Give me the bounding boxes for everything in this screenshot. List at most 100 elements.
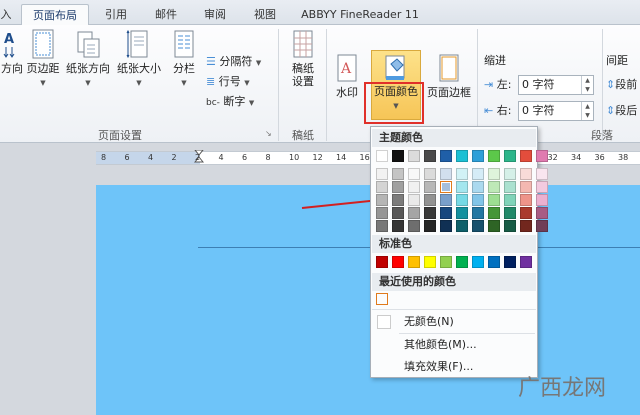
theme-color-shade-swatch[interactable] (472, 181, 484, 193)
theme-color-swatch[interactable] (456, 150, 468, 162)
theme-color-shade-swatch[interactable] (408, 194, 420, 206)
tab-page-layout[interactable]: 页面布局 (21, 4, 89, 25)
theme-color-shade-swatch[interactable] (504, 207, 516, 219)
theme-color-shade-swatch[interactable] (472, 168, 484, 180)
tab-view[interactable]: 视图 (245, 4, 285, 25)
standard-color-swatch[interactable] (520, 256, 532, 268)
theme-color-shade-swatch[interactable] (456, 168, 468, 180)
theme-color-shade-swatch[interactable] (424, 194, 436, 206)
theme-color-shade-swatch[interactable] (440, 181, 452, 193)
fill-effects-item[interactable]: 填充效果(F)... (372, 357, 536, 377)
manuscript-settings-button[interactable]: 稿纸 设置 (284, 29, 322, 88)
columns-button[interactable]: 分栏 ▼ (166, 29, 202, 90)
indent-right-input[interactable]: 0 字符 ▲ ▼ (518, 101, 594, 121)
theme-color-swatch[interactable] (536, 150, 548, 162)
theme-color-shade-swatch[interactable] (392, 181, 404, 193)
line-numbers-button[interactable]: ≣ 行号 ▼ (206, 74, 250, 90)
standard-color-swatch[interactable] (424, 256, 436, 268)
theme-color-shade-swatch[interactable] (536, 194, 548, 206)
standard-color-swatch[interactable] (408, 256, 420, 268)
tab-abbyy[interactable]: ABBYY FineReader 11 (290, 4, 430, 25)
theme-color-shade-swatch[interactable] (504, 194, 516, 206)
theme-color-shade-swatch[interactable] (504, 168, 516, 180)
theme-color-shade-swatch[interactable] (376, 194, 388, 206)
theme-color-swatch[interactable] (472, 150, 484, 162)
standard-color-swatch[interactable] (440, 256, 452, 268)
theme-color-shade-swatch[interactable] (520, 168, 532, 180)
theme-color-shade-swatch[interactable] (408, 220, 420, 232)
theme-color-swatch[interactable] (376, 150, 388, 162)
theme-color-shade-swatch[interactable] (456, 220, 468, 232)
theme-color-shade-swatch[interactable] (440, 168, 452, 180)
page-border-button[interactable]: 页面边框 (424, 53, 474, 99)
theme-color-shade-swatch[interactable] (536, 220, 548, 232)
paper-size-button[interactable]: 纸张大小 ▼ (114, 29, 164, 90)
theme-color-swatch[interactable] (408, 150, 420, 162)
theme-color-shade-swatch[interactable] (472, 207, 484, 219)
theme-color-shade-swatch[interactable] (520, 181, 532, 193)
theme-color-shade-swatch[interactable] (504, 220, 516, 232)
theme-color-shade-swatch[interactable] (456, 207, 468, 219)
theme-color-shade-swatch[interactable] (408, 181, 420, 193)
theme-color-shade-swatch[interactable] (392, 207, 404, 219)
theme-color-shade-swatch[interactable] (536, 207, 548, 219)
theme-color-shade-swatch[interactable] (520, 220, 532, 232)
spinner-arrows-icon[interactable]: ▲ ▼ (581, 76, 593, 94)
theme-color-shade-swatch[interactable] (488, 181, 500, 193)
standard-color-swatch[interactable] (456, 256, 468, 268)
orientation-button[interactable]: 纸张方向 ▼ (64, 29, 112, 90)
theme-color-shade-swatch[interactable] (488, 194, 500, 206)
hyphenation-button[interactable]: bc- 断字 ▼ (206, 94, 254, 110)
theme-color-shade-swatch[interactable] (440, 194, 452, 206)
standard-color-swatch[interactable] (488, 256, 500, 268)
theme-color-shade-swatch[interactable] (456, 194, 468, 206)
recent-color-swatch[interactable] (376, 293, 388, 305)
standard-color-swatch[interactable] (472, 256, 484, 268)
theme-color-shade-swatch[interactable] (536, 168, 548, 180)
theme-color-shade-swatch[interactable] (376, 168, 388, 180)
margins-button[interactable]: 页边距 ▼ (26, 29, 60, 90)
theme-color-swatch[interactable] (504, 150, 516, 162)
dialog-launcher-icon[interactable]: ↘ (265, 129, 272, 138)
breaks-button[interactable]: ☰ 分隔符 ▼ (206, 54, 261, 70)
tab-references[interactable]: 引用 (96, 4, 136, 25)
theme-color-shade-swatch[interactable] (488, 168, 500, 180)
spinner-arrows-icon[interactable]: ▲ ▼ (581, 102, 593, 120)
theme-color-shade-swatch[interactable] (520, 194, 532, 206)
theme-color-shade-swatch[interactable] (488, 220, 500, 232)
theme-color-swatch[interactable] (488, 150, 500, 162)
theme-color-shade-swatch[interactable] (392, 194, 404, 206)
horizontal-ruler[interactable]: 86422468101214161820222426283032343638 (96, 149, 640, 165)
theme-color-shade-swatch[interactable] (472, 220, 484, 232)
theme-color-shade-swatch[interactable] (456, 181, 468, 193)
tab-mailings[interactable]: 邮件 (146, 4, 186, 25)
theme-color-shade-swatch[interactable] (440, 207, 452, 219)
indent-left-input[interactable]: 0 字符 ▲ ▼ (518, 75, 594, 95)
standard-color-swatch[interactable] (504, 256, 516, 268)
theme-color-swatch[interactable] (520, 150, 532, 162)
theme-color-swatch[interactable] (392, 150, 404, 162)
standard-color-swatch[interactable] (376, 256, 388, 268)
theme-color-shade-swatch[interactable] (376, 220, 388, 232)
text-direction-button[interactable]: A 方向 (0, 29, 24, 75)
theme-color-shade-swatch[interactable] (472, 194, 484, 206)
watermark-button[interactable]: A 水印 (332, 53, 362, 99)
tab-insert[interactable]: 入 (0, 4, 14, 25)
theme-color-shade-swatch[interactable] (424, 181, 436, 193)
theme-color-shade-swatch[interactable] (392, 168, 404, 180)
theme-color-swatch[interactable] (440, 150, 452, 162)
theme-color-shade-swatch[interactable] (408, 168, 420, 180)
theme-color-shade-swatch[interactable] (392, 220, 404, 232)
theme-color-shade-swatch[interactable] (424, 220, 436, 232)
more-colors-item[interactable]: 其他颜色(M)... (372, 335, 536, 355)
theme-color-shade-swatch[interactable] (408, 207, 420, 219)
theme-color-swatch[interactable] (424, 150, 436, 162)
theme-color-shade-swatch[interactable] (504, 181, 516, 193)
theme-color-shade-swatch[interactable] (520, 207, 532, 219)
standard-color-swatch[interactable] (392, 256, 404, 268)
tab-review[interactable]: 审阅 (195, 4, 235, 25)
theme-color-shade-swatch[interactable] (376, 207, 388, 219)
theme-color-shade-swatch[interactable] (536, 181, 548, 193)
theme-color-shade-swatch[interactable] (440, 220, 452, 232)
no-color-item[interactable]: 无颜色(N) (372, 312, 536, 332)
